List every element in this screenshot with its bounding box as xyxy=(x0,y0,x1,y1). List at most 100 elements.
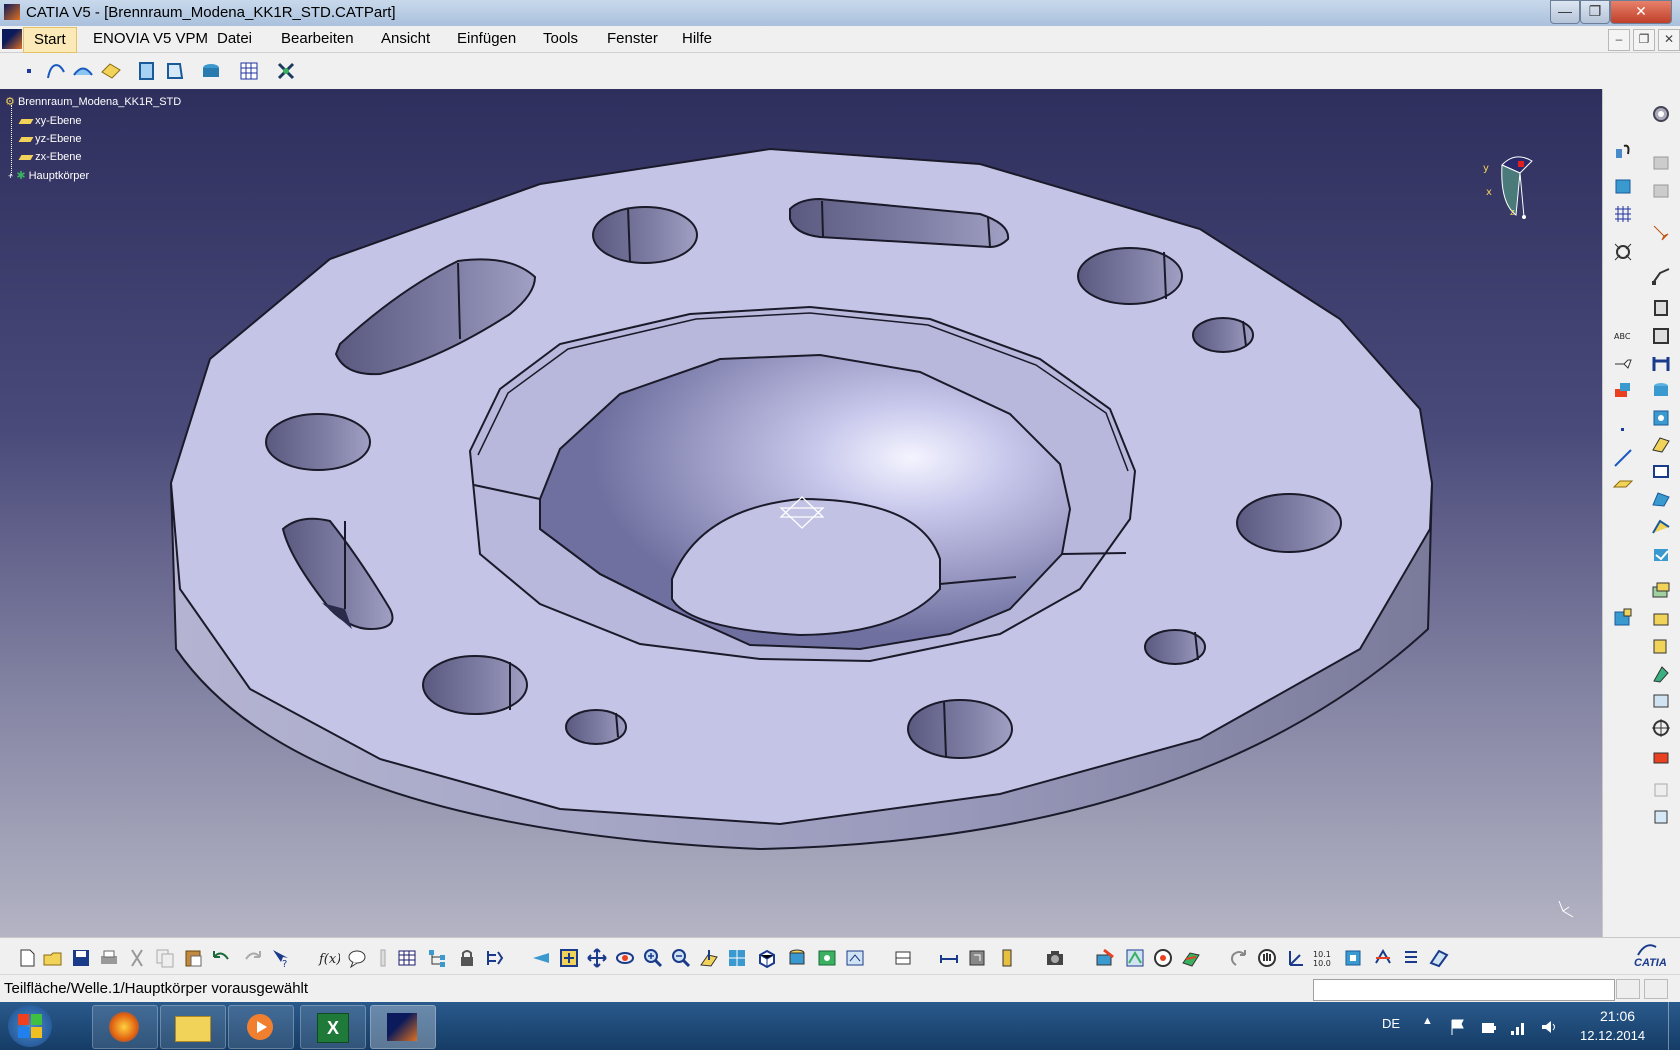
compass[interactable]: y x z xyxy=(1480,149,1550,229)
settings-icon[interactable] xyxy=(1650,103,1672,125)
clock-date[interactable]: 12.12.2014 xyxy=(1580,1028,1645,1043)
draft-icon[interactable] xyxy=(1650,325,1672,347)
mirror-icon[interactable] xyxy=(1650,407,1672,429)
surface-icon[interactable] xyxy=(1650,487,1672,509)
tree-root[interactable]: ⚙ Brennraum_Modena_KK1R_STD xyxy=(5,95,181,108)
spline-icon[interactable] xyxy=(45,60,67,82)
iso-view-icon[interactable] xyxy=(756,947,778,969)
tree-item-xy-plane[interactable]: xy-Ebene xyxy=(18,115,82,127)
groove-icon[interactable] xyxy=(1612,203,1634,225)
offset-icon[interactable] xyxy=(1650,515,1672,537)
shaft-icon[interactable] xyxy=(1650,179,1672,201)
minimize-button[interactable]: — xyxy=(1550,0,1580,24)
transform-icon[interactable] xyxy=(1650,779,1672,801)
boolean-icon[interactable] xyxy=(1650,459,1672,481)
show-hidden-icons-icon[interactable]: ▲ xyxy=(1422,1015,1433,1027)
3d-viewport[interactable]: ⚙ Brennraum_Modena_KK1R_STD xy-Ebene yz-… xyxy=(0,89,1602,937)
menu-enovia[interactable]: ENOVIA V5 VPM xyxy=(93,30,208,47)
whats-this-icon[interactable]: ? xyxy=(270,947,292,969)
remove-lump-icon[interactable] xyxy=(1650,745,1672,767)
camera-icon[interactable] xyxy=(1044,947,1066,969)
scene-icon[interactable] xyxy=(892,947,914,969)
tree-item-main-body[interactable]: + ✱ Hauptkörper xyxy=(8,169,89,182)
tree-icon[interactable] xyxy=(426,947,448,969)
chamfer-icon[interactable] xyxy=(1650,297,1672,319)
add-body-icon[interactable] xyxy=(1650,607,1672,629)
list-icon[interactable] xyxy=(1400,947,1422,969)
target-icon[interactable] xyxy=(1650,717,1672,739)
rotate-icon[interactable] xyxy=(614,947,636,969)
update-icon[interactable] xyxy=(1228,947,1250,969)
menu-fenster[interactable]: Fenster xyxy=(607,30,658,47)
volume-icon[interactable] xyxy=(1540,1018,1558,1036)
manipulate-icon[interactable] xyxy=(1256,947,1278,969)
paste-icon[interactable] xyxy=(182,947,204,969)
action-center-flag-icon[interactable] xyxy=(1450,1018,1466,1036)
catia-doc-icon[interactable] xyxy=(2,29,22,49)
fix-icon[interactable] xyxy=(1372,947,1394,969)
thread-icon[interactable] xyxy=(1612,379,1634,401)
measure-icon[interactable] xyxy=(938,947,960,969)
axis-icon[interactable] xyxy=(1284,947,1306,969)
fillet-icon[interactable]: ABC xyxy=(1612,325,1634,347)
lock-icon[interactable] xyxy=(456,947,478,969)
undo-icon[interactable] xyxy=(210,947,232,969)
multi-view-icon[interactable] xyxy=(726,947,748,969)
formula-icon[interactable]: f(x) xyxy=(318,947,340,969)
fly-mode-icon[interactable] xyxy=(530,947,552,969)
cut-icon[interactable] xyxy=(126,947,148,969)
pad-icon[interactable] xyxy=(1650,151,1672,173)
fit-all-icon[interactable] xyxy=(558,947,580,969)
scale-icon[interactable] xyxy=(1650,433,1672,455)
show-desktop-button[interactable] xyxy=(1668,1002,1680,1050)
power-icon[interactable] xyxy=(1480,1018,1498,1036)
rib-icon[interactable] xyxy=(1612,241,1634,263)
copy-icon[interactable] xyxy=(154,947,176,969)
explorer-folder-icon[interactable] xyxy=(160,1005,226,1049)
hole-tool-icon[interactable] xyxy=(200,60,222,82)
apply-material-icon[interactable] xyxy=(1094,947,1116,969)
grid-icon[interactable] xyxy=(238,60,260,82)
sketch-icon[interactable] xyxy=(1612,140,1634,162)
body-icon[interactable] xyxy=(164,60,186,82)
firefox-icon[interactable] xyxy=(92,1005,158,1049)
knowledge-icon[interactable] xyxy=(484,947,506,969)
split-icon[interactable] xyxy=(1650,379,1672,401)
shading-icon[interactable] xyxy=(786,947,808,969)
command-input[interactable] xyxy=(1313,979,1615,1001)
windows-start-icon[interactable] xyxy=(8,1005,52,1047)
maximize-button[interactable]: ❐ xyxy=(1580,0,1610,24)
assemble-icon[interactable] xyxy=(1612,607,1634,629)
thickness-icon[interactable] xyxy=(1650,353,1672,375)
excel-icon[interactable]: X xyxy=(300,1005,366,1049)
weight-icon[interactable] xyxy=(996,947,1018,969)
tree-item-zx-plane[interactable]: zx-Ebene xyxy=(18,151,82,163)
command-button[interactable] xyxy=(1616,979,1640,999)
analysis-icon[interactable] xyxy=(1152,947,1174,969)
menu-ansicht[interactable]: Ansicht xyxy=(381,30,430,47)
language-indicator[interactable]: DE xyxy=(1382,1016,1400,1031)
inertia-icon[interactable] xyxy=(966,947,988,969)
new-icon[interactable] xyxy=(16,947,38,969)
constraint-icon[interactable] xyxy=(1342,947,1364,969)
print-icon[interactable] xyxy=(98,947,120,969)
close-button[interactable]: ✕ xyxy=(1610,0,1672,24)
clock-time[interactable]: 21:06 xyxy=(1600,1008,1635,1024)
zoom-in-icon[interactable] xyxy=(642,947,664,969)
menu-start[interactable]: Start xyxy=(23,27,77,53)
network-signal-icon[interactable] xyxy=(1510,1018,1528,1036)
plane-tool-icon[interactable] xyxy=(100,60,122,82)
mdi-restore-button[interactable]: ❐ xyxy=(1633,29,1655,51)
multi-body-icon[interactable] xyxy=(1650,805,1672,827)
snap-icon[interactable] xyxy=(275,60,297,82)
shell-icon[interactable] xyxy=(1612,353,1634,375)
menu-einfuegen[interactable]: Einfügen xyxy=(457,30,516,47)
menu-bearbeiten[interactable]: Bearbeiten xyxy=(281,30,354,47)
line-tool-icon[interactable] xyxy=(1612,447,1634,469)
open-icon[interactable] xyxy=(42,947,64,969)
pocket-icon[interactable] xyxy=(1612,175,1634,197)
union-trim-icon[interactable] xyxy=(1650,689,1672,711)
part-body-icon[interactable] xyxy=(136,60,158,82)
part-geometry[interactable] xyxy=(0,89,1602,937)
dimension-icon[interactable]: 10.110.0 xyxy=(1312,947,1334,969)
